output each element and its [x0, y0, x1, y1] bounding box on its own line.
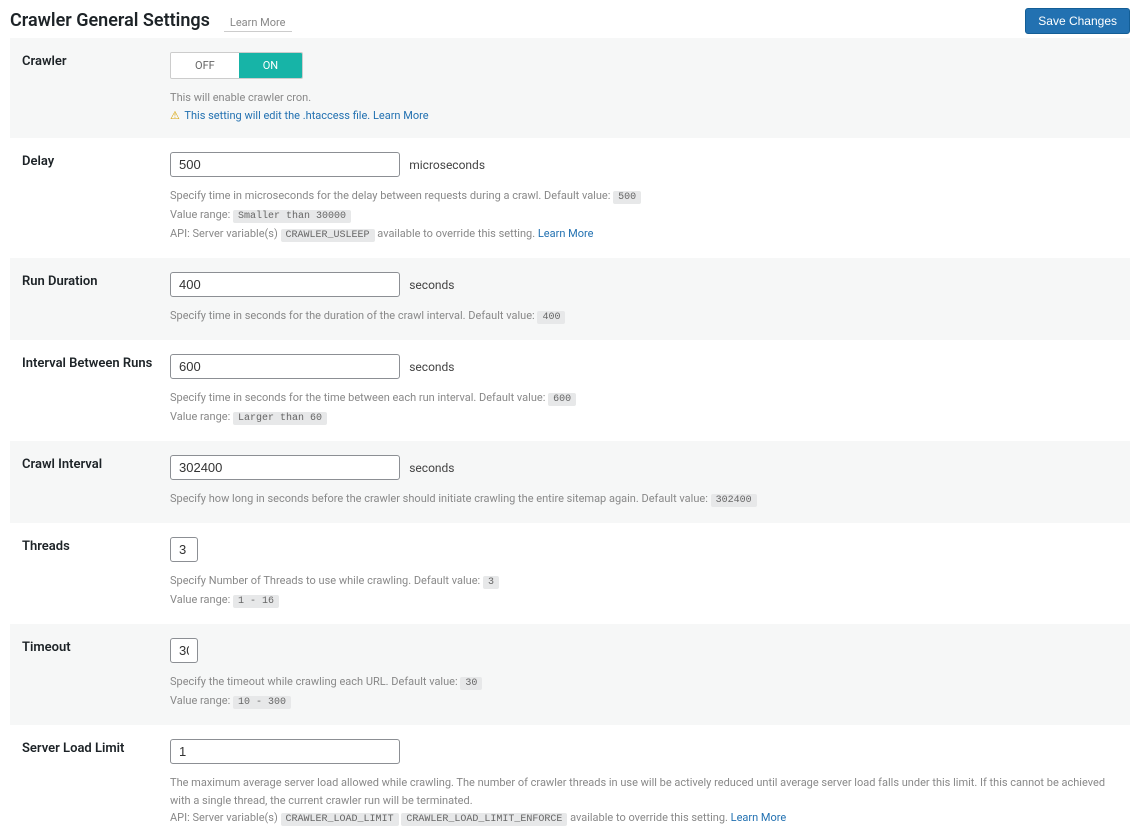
learn-more-link[interactable]: Learn More: [224, 16, 292, 32]
run-duration-desc: Specify time in seconds for the duration…: [170, 309, 535, 322]
timeout-default: 30: [460, 677, 482, 690]
crawler-toggle-on[interactable]: ON: [239, 53, 302, 78]
delay-input[interactable]: [170, 152, 400, 177]
warning-icon: ⚠: [170, 109, 180, 122]
interval-between-range-label: Value range:: [170, 410, 230, 423]
timeout-range-label: Value range:: [170, 694, 230, 707]
run-duration-input[interactable]: [170, 272, 400, 297]
delay-range: Smaller than 30000: [233, 210, 351, 223]
threads-desc: Specify Number of Threads to use while c…: [170, 574, 480, 587]
delay-label: Delay: [10, 138, 170, 258]
crawler-toggle[interactable]: OFF ON: [170, 52, 303, 79]
server-load-label: Server Load Limit: [10, 725, 170, 830]
interval-between-range: Larger than 60: [233, 412, 327, 425]
save-changes-button[interactable]: Save Changes: [1025, 8, 1130, 34]
crawl-interval-input[interactable]: [170, 455, 400, 480]
threads-range-label: Value range:: [170, 593, 230, 606]
timeout-label: Timeout: [10, 624, 170, 725]
server-load-api-var2: CRAWLER_LOAD_LIMIT_ENFORCE: [401, 813, 567, 826]
delay-api-var: CRAWLER_USLEEP: [281, 229, 375, 242]
server-load-api-suffix: available to override this setting.: [570, 811, 728, 824]
crawler-learn-more[interactable]: Learn More: [373, 109, 429, 122]
server-load-learn-more[interactable]: Learn More: [731, 811, 787, 824]
timeout-range: 10 - 300: [233, 696, 291, 709]
timeout-input[interactable]: [170, 638, 198, 663]
interval-between-input[interactable]: [170, 354, 400, 379]
delay-desc: Specify time in microseconds for the del…: [170, 189, 610, 202]
timeout-desc: Specify the timeout while crawling each …: [170, 675, 458, 688]
server-load-input[interactable]: [170, 739, 400, 764]
delay-api-suffix: available to override this setting.: [377, 227, 535, 240]
crawl-interval-unit: seconds: [409, 461, 454, 475]
crawler-warning: This setting will edit the .htaccess fil…: [184, 109, 370, 122]
interval-between-default: 600: [548, 393, 576, 406]
delay-range-label: Value range:: [170, 208, 230, 221]
page-title: Crawler General Settings: [10, 10, 210, 31]
run-duration-default: 400: [537, 311, 565, 324]
threads-label: Threads: [10, 523, 170, 624]
crawl-interval-desc: Specify how long in seconds before the c…: [170, 492, 708, 505]
interval-between-desc: Specify time in seconds for the time bet…: [170, 391, 545, 404]
server-load-desc: The maximum average server load allowed …: [170, 776, 1105, 807]
crawler-label: Crawler: [10, 38, 170, 138]
crawl-interval-label: Crawl Interval: [10, 441, 170, 523]
server-load-api-var1: CRAWLER_LOAD_LIMIT: [281, 813, 399, 826]
delay-unit: microseconds: [409, 158, 485, 172]
crawl-interval-default: 302400: [711, 494, 757, 507]
interval-between-label: Interval Between Runs: [10, 340, 170, 441]
run-duration-label: Run Duration: [10, 258, 170, 340]
threads-input[interactable]: [170, 537, 198, 562]
crawler-toggle-off[interactable]: OFF: [171, 53, 239, 78]
delay-api-prefix: API: Server variable(s): [170, 227, 278, 240]
interval-between-unit: seconds: [409, 360, 454, 374]
threads-default: 3: [483, 576, 499, 589]
crawler-desc: This will enable crawler cron.: [170, 91, 311, 104]
threads-range: 1 - 16: [233, 595, 279, 608]
server-load-api-prefix: API: Server variable(s): [170, 811, 278, 824]
delay-learn-more[interactable]: Learn More: [538, 227, 594, 240]
delay-default: 500: [613, 191, 641, 204]
run-duration-unit: seconds: [409, 278, 454, 292]
